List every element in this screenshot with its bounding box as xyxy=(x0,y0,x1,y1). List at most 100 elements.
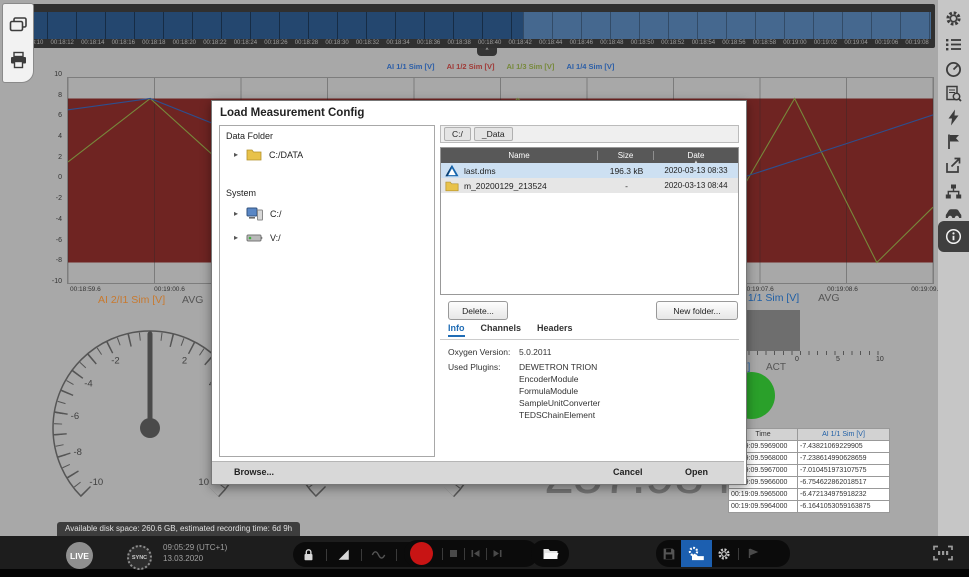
tab-info[interactable]: Info xyxy=(448,323,465,337)
tree-item-v-drive[interactable]: ▸ V:/ xyxy=(234,231,281,244)
tree-item-data-folder[interactable]: ▸ C:/DATA xyxy=(234,148,303,161)
network-drive-icon xyxy=(246,231,264,244)
tree-item-label: C:/ xyxy=(270,209,282,219)
timeline-view-range[interactable] xyxy=(523,12,931,39)
bar-meter-title-row: AI 1/1 Sim [V] AVG xyxy=(735,292,840,304)
expand-caret-icon[interactable]: ▸ xyxy=(234,209,238,218)
export-share-icon[interactable] xyxy=(945,157,962,174)
file-col-date[interactable]: Date ▲ xyxy=(653,151,738,160)
timeline-tick: 00:18:24 xyxy=(234,40,257,46)
timeline-tick: 00:18:56 xyxy=(722,40,745,46)
new-folder-button[interactable]: New folder... xyxy=(656,301,738,320)
tree-item-label: C:/DATA xyxy=(269,150,303,160)
svg-text:-4: -4 xyxy=(84,379,92,390)
file-row-last-dms[interactable]: last.dms 196.3 kB 2020-03-13 08:33 xyxy=(441,163,738,178)
stop-button[interactable] xyxy=(447,547,460,560)
bar-meter-mode-label: AVG xyxy=(818,292,839,304)
used-plugins-label: Used Plugins: xyxy=(448,362,500,372)
channel-list-icon[interactable] xyxy=(945,36,962,53)
lock-icon[interactable] xyxy=(301,547,316,562)
timeline-tick: 00:19:02 xyxy=(814,40,837,46)
timeline-tick: 00:18:54 xyxy=(692,40,715,46)
save-setup-icon[interactable] xyxy=(662,547,676,561)
x-tick: 00:19:00.6 xyxy=(154,286,185,293)
load-config-button[interactable] xyxy=(681,540,712,567)
y-tick: 4 xyxy=(58,133,62,140)
jump-start-button[interactable] xyxy=(469,547,482,560)
plugin-item: EncoderModule xyxy=(519,374,579,384)
replay-icon[interactable] xyxy=(746,547,759,560)
expand-caret-icon[interactable]: ▸ xyxy=(234,150,238,159)
y-tick: 0 xyxy=(58,174,62,181)
timeline-tick: 00:18:14 xyxy=(81,40,104,46)
marker-flag-icon[interactable] xyxy=(945,133,962,150)
y-tick: -8 xyxy=(56,257,62,264)
timeline-tick: 00:18:46 xyxy=(570,40,593,46)
cancel-button[interactable]: Cancel xyxy=(613,467,643,477)
oxygen-app: 00:18:1000:18:1200:18:1400:18:1600:18:18… xyxy=(0,0,969,577)
tab-channels[interactable]: Channels xyxy=(481,323,522,337)
file-list-header: Name Size Date ▲ xyxy=(441,148,738,163)
timeline-tick: 00:19:06 xyxy=(875,40,898,46)
timeline-tick: 00:18:52 xyxy=(661,40,684,46)
tab-headers[interactable]: Headers xyxy=(537,323,573,337)
timeline-recorded-range[interactable] xyxy=(18,12,523,39)
open-button[interactable]: Open xyxy=(685,467,708,477)
open-folder-icon[interactable] xyxy=(542,546,559,561)
setup-gear-icon[interactable] xyxy=(717,547,731,561)
value-table-body: 00:19:09.5969000-7.4382106922990500:19:0… xyxy=(729,441,890,513)
print-icon[interactable] xyxy=(9,51,28,70)
timeline-tick: 00:18:50 xyxy=(631,40,654,46)
file-col-size[interactable]: Size xyxy=(597,151,653,160)
dewetron-logo-icon xyxy=(445,164,459,177)
record-button[interactable] xyxy=(410,542,433,565)
delete-button[interactable]: Delete... xyxy=(448,301,508,320)
oxygen-version-value: 5.0.2011 xyxy=(519,347,551,357)
setup-pill xyxy=(656,540,790,567)
tabs-divider xyxy=(440,339,739,340)
settings-gear-icon[interactable] xyxy=(945,10,962,27)
legend-item: AI 1/3 Sim [V] xyxy=(507,62,555,71)
browse-button[interactable]: Browse... xyxy=(234,467,274,477)
tree-item-label: V:/ xyxy=(270,233,281,243)
tree-item-c-drive[interactable]: ▸ C:/ xyxy=(234,206,282,221)
live-badge[interactable]: LIVE xyxy=(66,542,93,569)
breadcrumb-root[interactable]: C:/ xyxy=(444,127,471,141)
sidebar xyxy=(938,0,969,536)
overview-timeline[interactable]: 00:18:1000:18:1200:18:1400:18:1600:18:18… xyxy=(14,4,935,48)
file-row-measurement-folder[interactable]: m_20200129_213524 - 2020-03-13 08:44 xyxy=(441,178,738,193)
power-events-icon[interactable] xyxy=(945,109,962,126)
svg-text:-2: -2 xyxy=(111,356,119,367)
measurement-gauge-icon[interactable] xyxy=(945,61,962,78)
jump-end-button[interactable] xyxy=(491,547,504,560)
system-network-icon[interactable] xyxy=(945,183,962,200)
timeline-collapse-chevron[interactable]: ^ xyxy=(477,48,497,56)
signal-wave-icon[interactable] xyxy=(371,547,386,562)
gauge-channel-label: AI 2/I1 Sim [V] xyxy=(98,294,165,306)
screen-switcher-tab[interactable] xyxy=(2,3,34,83)
timeline-tick: 00:18:38 xyxy=(447,40,470,46)
system-info-icon[interactable] xyxy=(945,228,962,245)
timeline-labels: 00:18:1000:18:1200:18:1400:18:1600:18:18… xyxy=(20,40,929,46)
fullscreen-icon[interactable] xyxy=(933,545,953,561)
breadcrumb-data[interactable]: _Data xyxy=(474,127,513,141)
value-table: Time AI 1/1 Sim [V] 00:19:09.5969000-7.4… xyxy=(728,428,890,513)
snap-triangle-icon[interactable] xyxy=(336,547,351,562)
report-icon[interactable] xyxy=(945,85,962,102)
sync-badge[interactable]: SYNC xyxy=(127,545,152,570)
gauge-mode-label: AVG xyxy=(182,294,203,306)
dialog-title: Load Measurement Config xyxy=(220,107,364,119)
file-col-name[interactable]: Name xyxy=(441,151,597,160)
timeline-tick: 00:18:16 xyxy=(112,40,135,46)
timeline-tick: 00:18:30 xyxy=(325,40,348,46)
dialog-footer: Browse... Cancel Open xyxy=(212,461,744,484)
screens-icon[interactable] xyxy=(9,16,28,35)
file-list-panel: Name Size Date ▲ last.dms 196.3 kB xyxy=(440,147,739,295)
timeline-tick: 00:18:20 xyxy=(173,40,196,46)
expand-caret-icon[interactable]: ▸ xyxy=(234,233,238,242)
sort-asc-icon: ▲ xyxy=(654,159,738,164)
vehicle-car-icon[interactable] xyxy=(945,205,962,222)
timeline-tick: 00:18:34 xyxy=(386,40,409,46)
gauge-title-row: AI 2/I1 Sim [V] AVG xyxy=(98,294,203,306)
y-tick: 2 xyxy=(58,154,62,161)
